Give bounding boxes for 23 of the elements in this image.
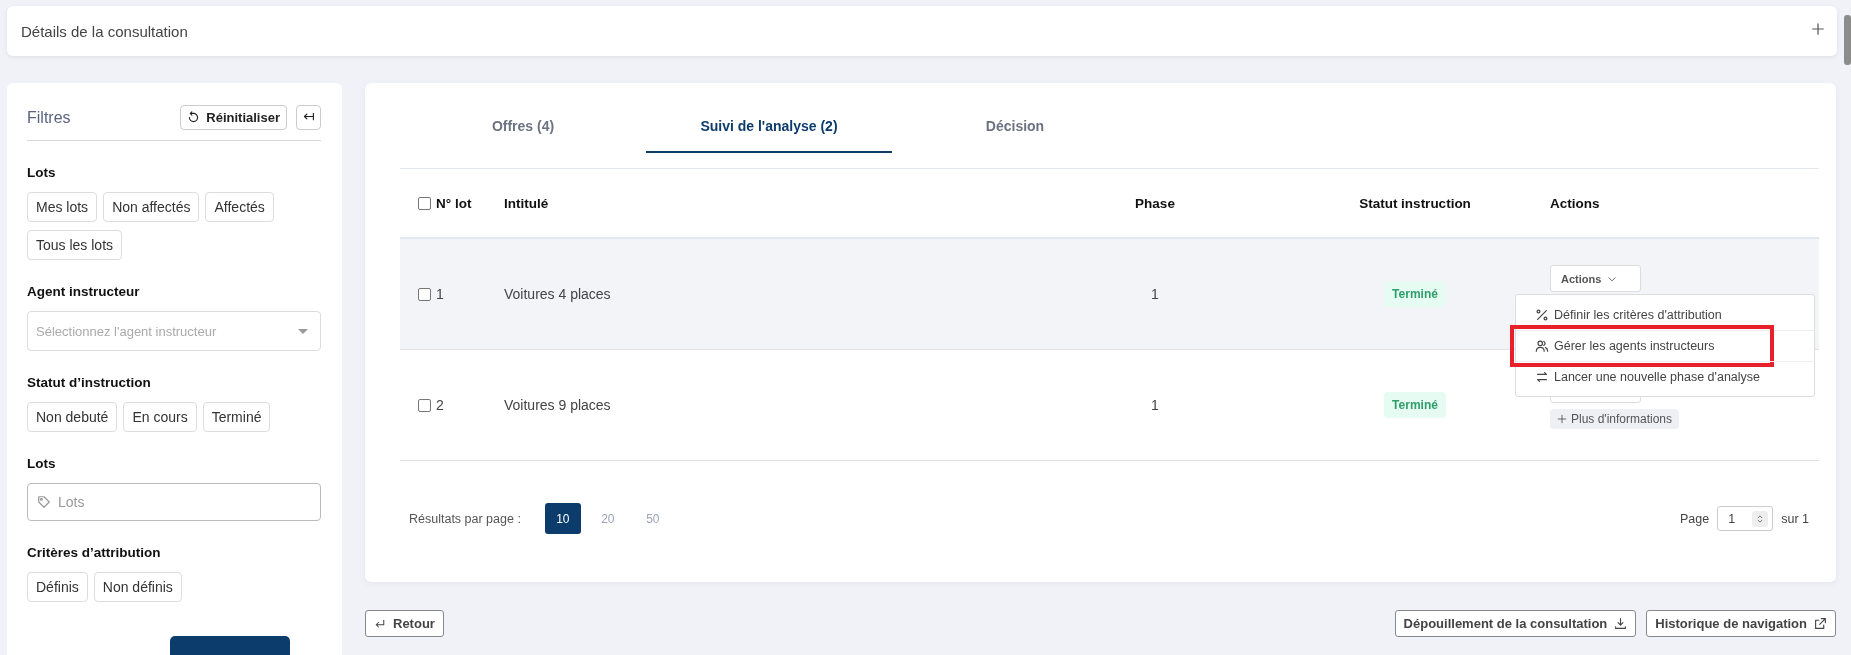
page-size-label: Résultats par page : bbox=[409, 511, 521, 526]
column-header: Actions bbox=[1550, 195, 1601, 211]
status-badge: Terminé bbox=[1384, 392, 1446, 418]
page-label: Page bbox=[1680, 511, 1710, 526]
table-cell-text: 1 bbox=[1150, 397, 1160, 413]
table-cell-text: 2 bbox=[436, 397, 445, 413]
column-header: N° lot bbox=[436, 195, 473, 211]
filter-label: Agent instructeur bbox=[27, 284, 141, 299]
column-header: Intitulé bbox=[504, 195, 550, 211]
filter-label: Statut d’instruction bbox=[27, 375, 152, 390]
page-total: sur 1 bbox=[1781, 511, 1809, 526]
filters-title: Filtres bbox=[27, 108, 71, 127]
status-badge: Terminé bbox=[1384, 281, 1446, 307]
table-cell-text: 1 bbox=[1150, 286, 1160, 302]
filter-label: Critères d’attribution bbox=[27, 545, 162, 560]
table-cell-text: 1 bbox=[436, 286, 445, 302]
column-header: Statut instruction bbox=[1358, 195, 1472, 211]
column-header: Phase bbox=[1134, 195, 1176, 211]
table-cell-text: Voitures 9 places bbox=[504, 397, 612, 413]
page-title: Détails de la consultation bbox=[21, 22, 188, 40]
table-cell-text: Voitures 4 places bbox=[504, 286, 612, 302]
filter-label: Lots bbox=[27, 456, 57, 471]
filter-label: Lots bbox=[27, 165, 57, 180]
